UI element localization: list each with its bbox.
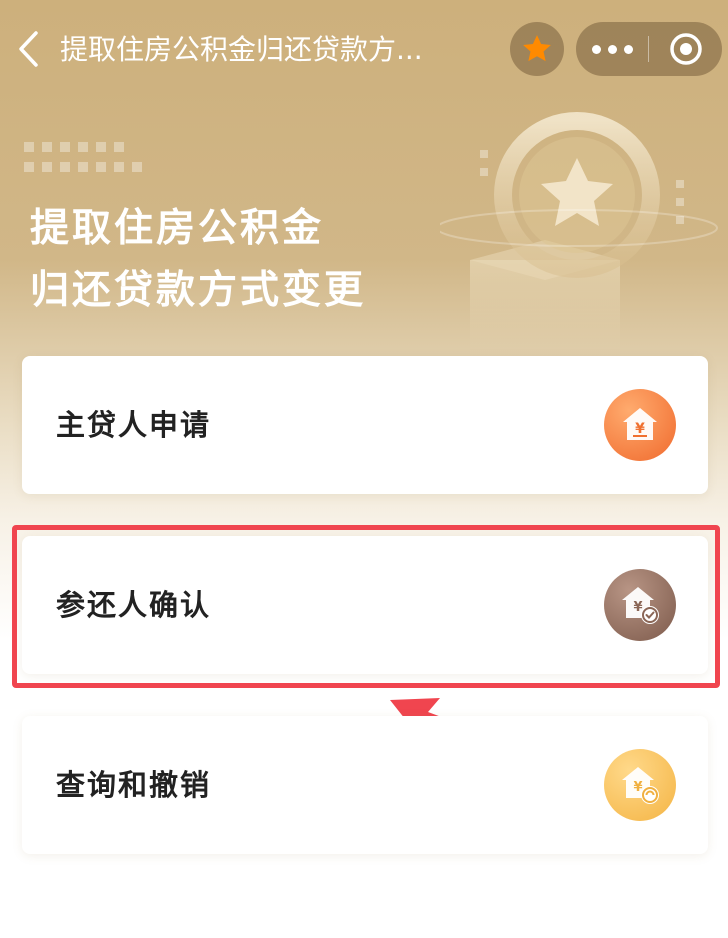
nav-bar: 提取住房公积金归还贷款方... — [0, 0, 728, 100]
house-yen-icon: ¥ — [604, 389, 676, 461]
decorative-dots — [24, 142, 142, 172]
hero-title-line-1: 提取住房公积金 — [30, 206, 325, 251]
hero-title-line-2: 归还贷款方式变更 — [30, 268, 367, 313]
target-close-icon — [669, 33, 702, 65]
hero-title: 提取住房公积金 归还贷款方式变更 — [30, 198, 366, 322]
card-query-and-revoke[interactable]: 查询和撤销 ¥ — [22, 716, 708, 854]
favorite-button[interactable] — [510, 22, 564, 76]
close-button[interactable] — [649, 22, 722, 76]
nav-title: 提取住房公积金归还贷款方... — [60, 33, 423, 66]
card-label: 查询和撤销 — [56, 768, 212, 802]
mini-program-capsule — [576, 22, 722, 76]
card-label: 主贷人申请 — [56, 408, 212, 442]
back-button[interactable] — [6, 22, 52, 76]
house-yen-search-icon: ¥ — [604, 749, 676, 821]
star-icon — [523, 35, 551, 62]
more-dot — [623, 44, 633, 54]
hero-star-medal-illustration — [440, 112, 718, 360]
more-dots-icon — [591, 44, 601, 54]
chevron-left-icon — [19, 31, 38, 67]
card-main-borrower-apply[interactable]: 主贷人申请 ¥ — [22, 356, 708, 494]
svg-text:¥: ¥ — [633, 780, 642, 795]
more-button[interactable] — [576, 22, 648, 76]
more-dot — [607, 44, 617, 54]
highlight-box — [12, 525, 720, 688]
svg-text:¥: ¥ — [635, 421, 645, 437]
